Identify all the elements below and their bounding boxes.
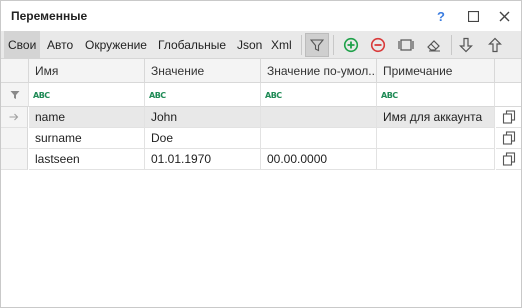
copy-button[interactable] — [496, 128, 521, 149]
column-header-default[interactable]: Значение по-умол... — [261, 59, 377, 83]
tab-own[interactable]: Свои — [4, 31, 41, 59]
remove-icon — [370, 37, 386, 53]
remove-button[interactable] — [366, 33, 390, 57]
separator — [333, 35, 334, 55]
variables-grid: Имя Значение Значение по-умол... Примеча… — [1, 59, 521, 307]
filter-icon — [10, 90, 19, 99]
filter-cell-actions — [495, 83, 521, 107]
edit-window-button[interactable] — [394, 33, 418, 57]
move-down-button[interactable] — [454, 33, 478, 57]
clear-button[interactable] — [422, 33, 446, 57]
text-filter-icon: ABC — [265, 91, 282, 100]
filter-cell-value[interactable]: ABC — [145, 83, 261, 107]
eraser-icon — [427, 40, 440, 52]
grid-header-row: Имя Значение Значение по-умол... Примеча… — [1, 59, 521, 83]
cell-name[interactable]: lastseen — [29, 149, 145, 170]
cell-note[interactable] — [377, 128, 495, 149]
tab-global[interactable]: Глобальные — [154, 31, 230, 59]
cell-value[interactable]: 01.01.1970 — [145, 149, 261, 170]
text-filter-icon: ABC — [33, 91, 50, 100]
help-button[interactable]: ? — [430, 5, 452, 27]
cell-value[interactable]: John — [145, 107, 261, 128]
copy-icon — [502, 131, 515, 145]
toolbar: Свои Авто Окружение Глобальные Json Xml — [1, 31, 521, 59]
row-indicator — [1, 107, 28, 128]
filter-cell-default[interactable]: ABC — [261, 83, 377, 107]
cell-default[interactable]: 00.00.0000 — [261, 149, 377, 170]
maximize-button[interactable] — [462, 5, 484, 27]
arrow-up-icon — [488, 37, 502, 53]
cell-value[interactable]: Doe — [145, 128, 261, 149]
cell-name[interactable]: name — [29, 107, 145, 128]
separator — [451, 35, 452, 55]
table-row[interactable]: surname Doe — [1, 128, 521, 149]
tab-auto[interactable]: Авто — [43, 31, 77, 59]
close-icon — [499, 11, 509, 21]
titlebar: Переменные ? — [1, 1, 521, 31]
copy-button[interactable] — [496, 149, 521, 170]
edit-window-icon — [398, 39, 414, 51]
column-header-actions — [495, 59, 521, 83]
table-row[interactable]: name John Имя для аккаунта — [1, 107, 521, 128]
window-title: Переменные — [11, 9, 88, 23]
tab-json[interactable]: Json — [233, 31, 266, 59]
tab-xml[interactable]: Xml — [267, 31, 296, 59]
cell-default[interactable] — [261, 107, 377, 128]
add-button[interactable] — [339, 33, 363, 57]
text-filter-icon: ABC — [381, 91, 398, 100]
row-indicator — [1, 149, 28, 170]
arrow-down-icon — [459, 37, 473, 53]
maximize-icon — [467, 10, 479, 22]
move-up-button[interactable] — [483, 33, 507, 57]
variables-window: Переменные ? Свои Авто Окружение Глобаль… — [0, 0, 522, 308]
table-row[interactable]: lastseen 01.01.1970 00.00.0000 — [1, 149, 521, 170]
separator — [301, 35, 302, 55]
row-indicator — [1, 128, 28, 149]
cell-default[interactable] — [261, 128, 377, 149]
arrow-right-icon — [9, 113, 19, 121]
cell-name[interactable]: surname — [29, 128, 145, 149]
filter-cell-name[interactable]: ABC — [29, 83, 145, 107]
cell-note[interactable] — [377, 149, 495, 170]
filter-row-header — [1, 83, 29, 107]
row-header-corner — [1, 59, 29, 83]
column-header-note[interactable]: Примечание — [377, 59, 495, 83]
filter-row: ABC ABC ABC ABC — [1, 83, 521, 107]
add-icon — [343, 37, 359, 53]
filter-cell-note[interactable]: ABC — [377, 83, 495, 107]
column-header-value[interactable]: Значение — [145, 59, 261, 83]
copy-icon — [502, 152, 515, 166]
text-filter-icon: ABC — [149, 91, 166, 100]
cell-note[interactable]: Имя для аккаунта — [377, 107, 495, 128]
close-button[interactable] — [493, 5, 515, 27]
copy-icon — [502, 110, 515, 124]
filter-icon — [310, 39, 324, 52]
tab-environment[interactable]: Окружение — [81, 31, 151, 59]
column-header-name[interactable]: Имя — [29, 59, 145, 83]
filter-button[interactable] — [305, 33, 329, 57]
copy-button[interactable] — [496, 107, 521, 128]
